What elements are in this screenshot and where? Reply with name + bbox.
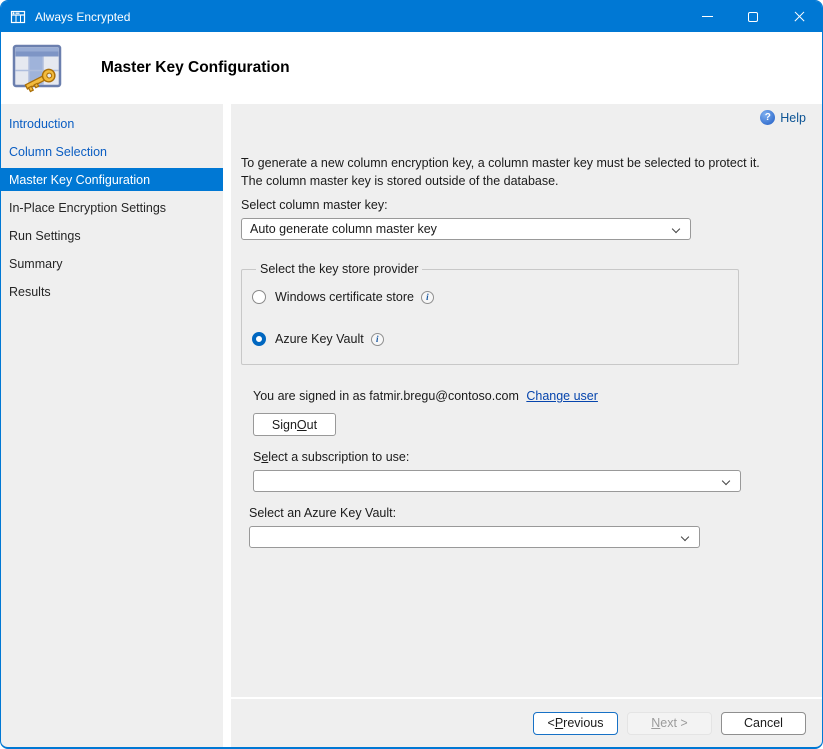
help-link[interactable]: Help: [241, 110, 806, 125]
wizard-steps-sidebar: Introduction Column Selection Master Key…: [1, 104, 223, 747]
chevron-down-icon: [672, 225, 680, 233]
sidebar-item-run-settings[interactable]: Run Settings: [1, 224, 223, 247]
sign-out-label: Sign: [272, 418, 297, 432]
minimize-button[interactable]: [684, 1, 730, 32]
column-master-key-select[interactable]: Auto generate column master key: [241, 218, 691, 240]
windows-certificate-store-radio[interactable]: Windows certificate store: [252, 288, 728, 306]
table-key-icon: [11, 43, 67, 93]
azure-key-vault-select[interactable]: [249, 526, 700, 548]
content-column: Help To generate a new column encryption…: [231, 104, 822, 747]
radio-unchecked-icon: [252, 290, 266, 304]
sidebar-divider: [223, 104, 231, 747]
column-master-key-label: Select column master key:: [241, 198, 806, 212]
signed-in-text: You are signed in as fatmir.bregu@contos…: [253, 389, 519, 403]
subscription-label: Select a subscription to use:: [253, 450, 806, 464]
signed-in-row: You are signed in as fatmir.bregu@contos…: [253, 389, 806, 403]
chevron-down-icon: [722, 477, 730, 485]
sidebar-item-column-selection[interactable]: Column Selection: [1, 140, 223, 163]
page-description: To generate a new column encryption key,…: [241, 155, 786, 190]
next-button[interactable]: Next >: [627, 712, 712, 735]
minimize-icon: [702, 16, 713, 17]
window-controls: [684, 1, 822, 32]
window-title: Always Encrypted: [35, 10, 130, 24]
change-user-link[interactable]: Change user: [526, 389, 598, 403]
close-icon: [793, 10, 806, 23]
sidebar-item-introduction[interactable]: Introduction: [1, 112, 223, 135]
azure-key-vault-radio[interactable]: Azure Key Vault: [252, 330, 728, 348]
key-store-provider-group: Select the key store provider Windows ce…: [241, 262, 739, 365]
info-icon[interactable]: [421, 291, 434, 304]
key-store-provider-legend: Select the key store provider: [256, 262, 422, 276]
wizard-header: Master Key Configuration: [1, 32, 822, 104]
close-button[interactable]: [776, 1, 822, 32]
chevron-down-icon: [681, 533, 689, 541]
title-bar: Always Encrypted: [1, 1, 822, 32]
dialog-body: Introduction Column Selection Master Key…: [1, 104, 822, 747]
sidebar-item-summary[interactable]: Summary: [1, 252, 223, 275]
help-label: Help: [780, 111, 806, 125]
always-encrypted-app-icon: [10, 9, 26, 25]
windows-certificate-store-label: Windows certificate store: [275, 290, 414, 304]
cancel-button[interactable]: Cancel: [721, 712, 806, 735]
page-title: Master Key Configuration: [101, 59, 290, 77]
always-encrypted-dialog: Always Encrypted: [0, 0, 823, 749]
maximize-icon: [748, 12, 758, 22]
help-icon: [760, 110, 775, 125]
radio-checked-icon: [252, 332, 266, 346]
maximize-button[interactable]: [730, 1, 776, 32]
subscription-select[interactable]: [253, 470, 741, 492]
sidebar-item-master-key-configuration[interactable]: Master Key Configuration: [1, 168, 223, 191]
sign-out-button[interactable]: Sign Out: [253, 413, 336, 436]
azure-key-vault-select-label: Select an Azure Key Vault:: [249, 506, 806, 520]
master-key-configuration-page: Help To generate a new column encryption…: [231, 104, 822, 697]
sidebar-item-in-place-encryption-settings[interactable]: In-Place Encryption Settings: [1, 196, 223, 219]
wizard-footer: < Previous Next > Cancel: [231, 697, 822, 747]
column-master-key-value: Auto generate column master key: [250, 222, 437, 236]
info-icon[interactable]: [371, 333, 384, 346]
previous-button[interactable]: < Previous: [533, 712, 618, 735]
azure-key-vault-label: Azure Key Vault: [275, 332, 364, 346]
sidebar-item-results[interactable]: Results: [1, 280, 223, 303]
